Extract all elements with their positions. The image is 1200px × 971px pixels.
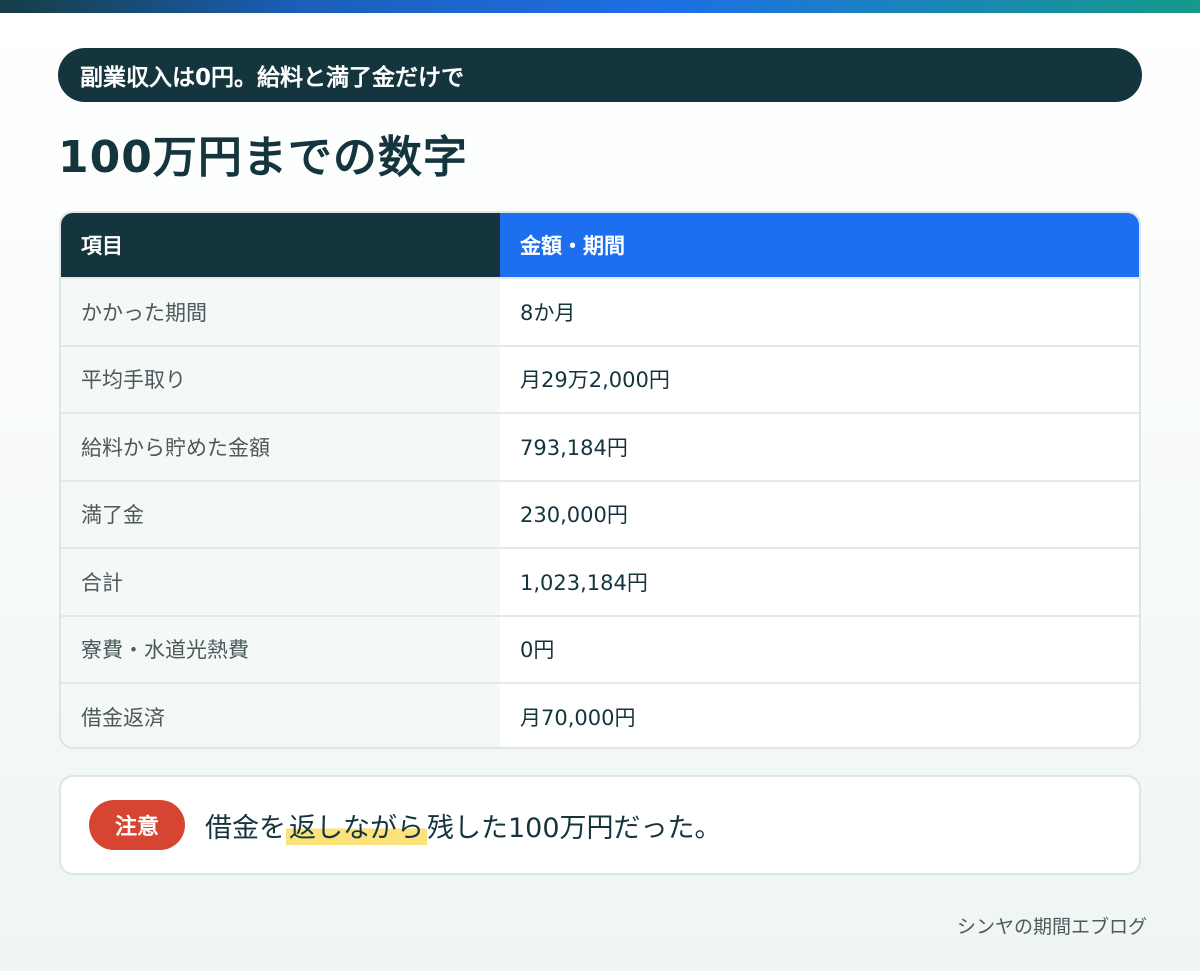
row-value: 月29万2,000円	[500, 346, 1139, 412]
row-label: 合計	[61, 549, 500, 615]
row-label: かかった期間	[61, 279, 500, 345]
table-row: 借金返済 月70,000円	[61, 682, 1139, 747]
table-row: 給料から貯めた金額 793,184円	[61, 412, 1139, 480]
row-value: 793,184円	[500, 414, 1139, 480]
table-row: 満了金 230,000円	[61, 479, 1139, 547]
row-value: 0円	[500, 616, 1139, 682]
row-label: 満了金	[61, 481, 500, 547]
note-text-highlight: 返しながら	[286, 805, 427, 845]
table-row: 平均手取り 月29万2,000円	[61, 344, 1139, 412]
row-value: 230,000円	[500, 481, 1139, 547]
row-value: 月70,000円	[500, 684, 1139, 747]
page-title: 100万円までの数字	[58, 132, 468, 183]
table-header-item: 項目	[61, 213, 500, 277]
table-header-row: 項目 金額・期間	[61, 213, 1139, 277]
subtitle-pill-text: 副業収入は0円。給料と満了金だけで	[80, 65, 465, 91]
table-header-amount: 金額・期間	[500, 213, 1139, 277]
note-text: 借金を 返しながら 残した100万円だった。	[205, 805, 722, 845]
row-label: 寮費・水道光熱費	[61, 616, 500, 682]
subtitle-pill: 副業収入は0円。給料と満了金だけで	[58, 48, 1142, 102]
blog-name: シンヤの期間エブログ	[956, 916, 1147, 938]
note-text-before: 借金を	[205, 812, 286, 844]
note-card: 注意 借金を 返しながら 残した100万円だった。	[59, 775, 1141, 875]
caution-badge: 注意	[89, 800, 185, 850]
table-row: 合計 1,023,184円	[61, 547, 1139, 615]
top-gradient-bar	[0, 0, 1200, 13]
row-label: 給料から貯めた金額	[61, 414, 500, 480]
row-value: 1,023,184円	[500, 549, 1139, 615]
row-label: 借金返済	[61, 684, 500, 747]
row-value: 8か月	[500, 279, 1139, 345]
row-label: 平均手取り	[61, 346, 500, 412]
table-row: かかった期間 8か月	[61, 277, 1139, 345]
summary-table: 項目 金額・期間 かかった期間 8か月 平均手取り 月29万2,000円 給料か…	[59, 211, 1141, 749]
note-text-after: 残した100万円だった。	[427, 812, 722, 844]
table-row: 寮費・水道光熱費 0円	[61, 614, 1139, 682]
